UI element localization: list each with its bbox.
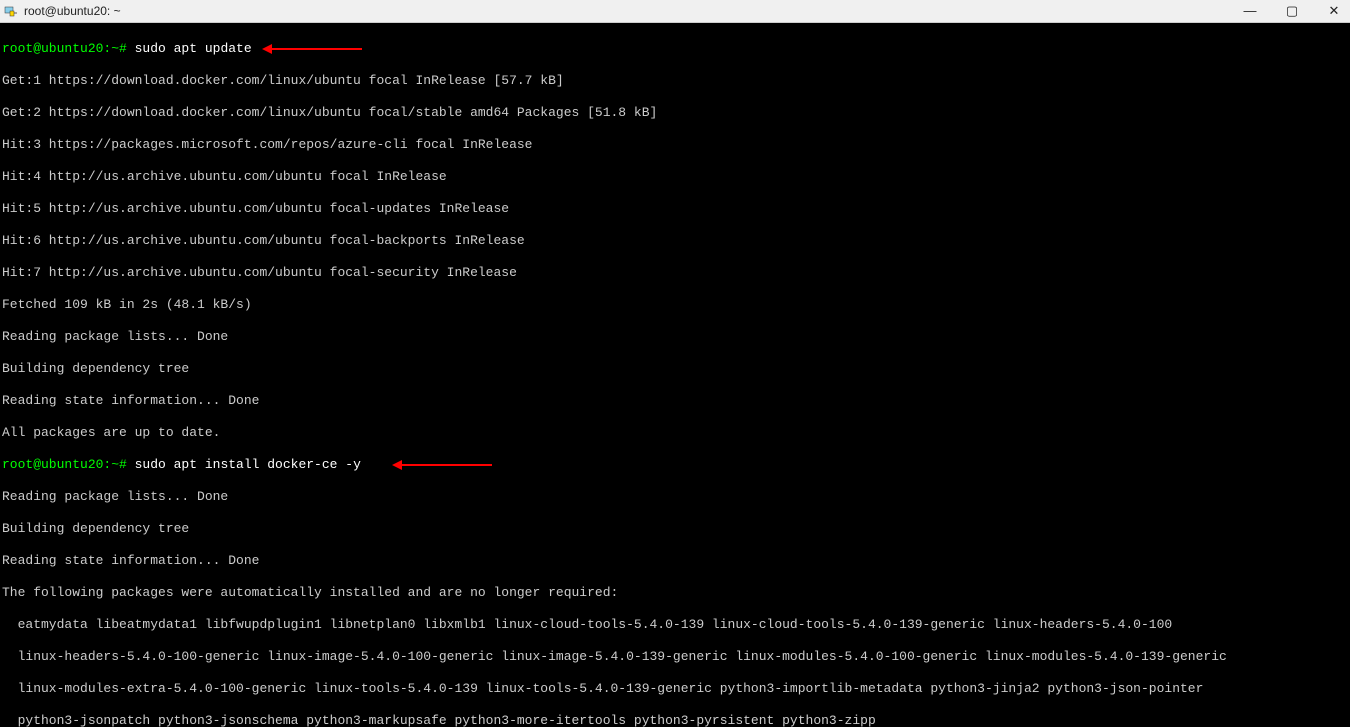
annotation-arrow-1	[272, 48, 362, 50]
output-line: The following packages were automaticall…	[2, 585, 1348, 601]
shell-prompt: root@ubuntu20:~#	[2, 457, 127, 472]
output-line: Building dependency tree	[2, 361, 1348, 377]
command-1: sudo apt update	[127, 41, 252, 56]
command-2: sudo apt install docker-ce -y	[127, 457, 361, 472]
output-line: Reading package lists... Done	[2, 329, 1348, 345]
window-titlebar: root@ubuntu20: ~ — ▢ ✕	[0, 0, 1350, 23]
window-controls: — ▢ ✕	[1238, 3, 1346, 19]
shell-prompt: root@ubuntu20:~#	[2, 41, 127, 56]
output-line: linux-modules-extra-5.4.0-100-generic li…	[2, 681, 1348, 697]
output-line: eatmydata libeatmydata1 libfwupdplugin1 …	[2, 617, 1348, 633]
output-line: Reading state information... Done	[2, 393, 1348, 409]
output-line: Reading state information... Done	[2, 553, 1348, 569]
output-line: Fetched 109 kB in 2s (48.1 kB/s)	[2, 297, 1348, 313]
output-line: Hit:3 https://packages.microsoft.com/rep…	[2, 137, 1348, 153]
output-line: Reading package lists... Done	[2, 489, 1348, 505]
output-line: Hit:4 http://us.archive.ubuntu.com/ubunt…	[2, 169, 1348, 185]
output-line: Get:2 https://download.docker.com/linux/…	[2, 105, 1348, 121]
output-line: Hit:5 http://us.archive.ubuntu.com/ubunt…	[2, 201, 1348, 217]
prompt-line-1: root@ubuntu20:~# sudo apt update	[2, 41, 1348, 57]
close-button[interactable]: ✕	[1322, 3, 1346, 19]
output-line: Building dependency tree	[2, 521, 1348, 537]
output-line: All packages are up to date.	[2, 425, 1348, 441]
output-line: python3-jsonpatch python3-jsonschema pyt…	[2, 713, 1348, 727]
maximize-button[interactable]: ▢	[1280, 3, 1304, 19]
annotation-arrow-2	[402, 464, 492, 466]
terminal-output[interactable]: root@ubuntu20:~# sudo apt update Get:1 h…	[0, 23, 1350, 727]
window-title: root@ubuntu20: ~	[24, 4, 1238, 18]
putty-icon	[4, 4, 18, 18]
output-line: Hit:7 http://us.archive.ubuntu.com/ubunt…	[2, 265, 1348, 281]
output-line: linux-headers-5.4.0-100-generic linux-im…	[2, 649, 1348, 665]
output-line: Hit:6 http://us.archive.ubuntu.com/ubunt…	[2, 233, 1348, 249]
minimize-button[interactable]: —	[1238, 3, 1262, 19]
output-line: Get:1 https://download.docker.com/linux/…	[2, 73, 1348, 89]
prompt-line-2: root@ubuntu20:~# sudo apt install docker…	[2, 457, 1348, 473]
